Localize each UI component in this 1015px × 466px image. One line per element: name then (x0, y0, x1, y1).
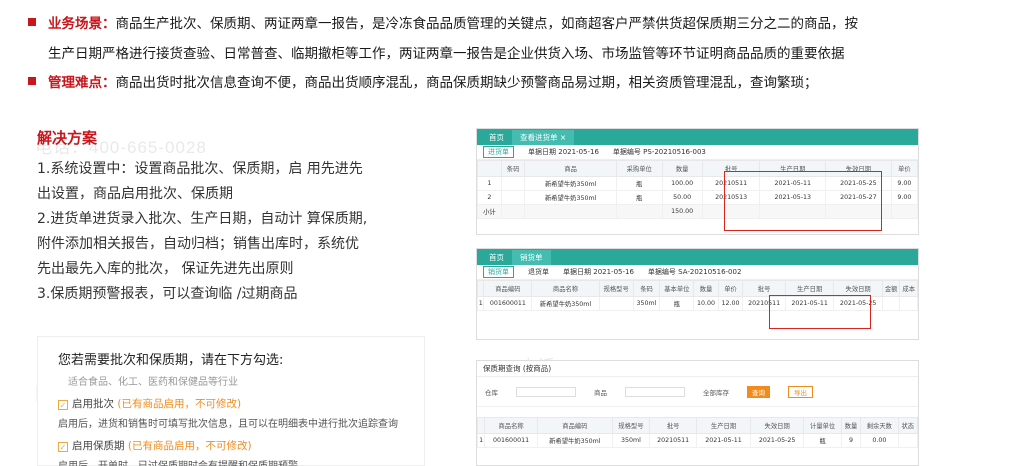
bullet-text: 生产日期严格进行接货查验、日常普查、临期撤柜等工作，两证两章一报告是企业供货入场… (48, 46, 845, 62)
solution-line: 2.进货单进货录入批次、生产日期，自动计 算保质期, (37, 211, 368, 227)
table-row[interactable]: 1 001600011 新希望牛奶350ml 350ml 20210511 2021-05… (477, 433, 918, 448)
doc-header: 进货单 单据日期 2021-05-16 单据编号 PS-20210516-003 (477, 145, 918, 160)
doc-number: SA-20210516-002 (678, 268, 742, 276)
no-label: 单据编号 (647, 268, 676, 276)
table-row[interactable]: 1 001600011 新希望牛奶350ml 350ml 瓶 10.00 12.00 2021… (477, 296, 918, 311)
product-input[interactable] (625, 386, 685, 397)
solution-title: 解决方案 (37, 129, 98, 147)
product-label: 商品 (594, 388, 607, 397)
return-tab[interactable]: 退货单 (528, 267, 549, 277)
tab-view-purchase[interactable]: 查看进货单 × (512, 129, 575, 145)
doc-date: 2021-05-16 (593, 268, 634, 276)
doc-type-tab[interactable]: 销货单 (483, 266, 514, 278)
table-row[interactable]: 2 新希望牛奶350ml 瓶 50.00 20210513 2021-05-13 2021-… (477, 190, 918, 205)
no-label: 单据编号 (612, 148, 641, 156)
tab-home[interactable]: 首页 (481, 250, 512, 265)
doc-date: 2021-05-16 (558, 148, 599, 156)
shelf-life-query-screenshot: 保质期查询 (按商品) 仓库 商品 全部库存 查询 导出 商品名称 商品编码 规格型… (476, 360, 919, 466)
enable-batch-option[interactable]: ✓ 启用批次 (已有商品启用，不可修改) 启用后，进货和销售时可填写批次信息，且可… (58, 396, 424, 430)
bullet-business-scenario-cont: 生产日期严格进行接货查验、日常普查、临期撤柜等工作，两证两章一报告是企业供货入场… (48, 42, 845, 66)
bullet-square-icon (28, 77, 36, 85)
doc-header: 销货单 退货单 单据日期 2021-05-16 单据编号 SA-20210516… (477, 265, 918, 280)
solution-line: 出设置，商品启用批次、保质期 (37, 186, 233, 202)
batch-shelf-settings-panel: 您若需要批次和保质期，请在下方勾选: 适合食品、化工、医药和保健品等行业 ✓ 启用… (37, 336, 425, 466)
checkbox-checked-icon[interactable]: ✓ (58, 400, 68, 410)
date-label: 单据日期 (563, 268, 591, 276)
purchase-order-screenshot: 首页 查看进货单 × 进货单 单据日期 2021-05-16 单据编号 PS-2… (476, 128, 919, 235)
solution-line: 附件添加相关报告，自动归档；销售出库时，系统优 (37, 236, 359, 252)
doc-number: PS-20210516-003 (643, 148, 706, 156)
solution-body: 1.系统设置中：设置商品批次、保质期，启 用先进先 出设置，商品启用批次、保质期… (37, 157, 409, 307)
purchase-lines-table: 条码 商品 采购单位 数量 批号 生产日期 失效日期 单价 1 新希望牛奶350ml 瓶 100.0… (477, 160, 918, 219)
bullet-square-icon (28, 18, 36, 26)
checkbox-checked-icon[interactable]: ✓ (58, 442, 68, 452)
enable-shelf-life-note: (已有商品启用，不可修改) (127, 440, 252, 452)
solution-line: 3.保质期预警报表，可以查询临 /过期商品 (37, 286, 298, 302)
bullet-text: 商品生产批次、保质期、两证两章一报告，是冷冻食品品质管理的关键点，如商超客户严禁… (115, 16, 859, 32)
export-button[interactable]: 导出 (788, 385, 813, 398)
sales-lines-table: 商品编码 商品名称 规格型号 条码 基本单位 数量 单价 批号 生产日期 失效日期 金额 成本 1 00… (477, 280, 918, 311)
bullet-label: 管理难点： (48, 75, 116, 91)
bullet-business-scenario: 业务场景：商品生产批次、保质期、两证两章一报告，是冷冻食品品质管理的关键点，如商… (28, 12, 858, 36)
tab-home[interactable]: 首页 (481, 130, 512, 145)
enable-shelf-life-option[interactable]: ✓ 启用保质期 (已有商品启用，不可修改) 启用后，开单时，已过保质期时会有提醒和… (58, 438, 424, 466)
settings-question: 您若需要批次和保质期，请在下方勾选: (58, 353, 284, 368)
shelf-life-table: 商品名称 商品编码 规格型号 批号 生产日期 失效日期 计量单位 数量 剩余天数 状态 1 0016… (477, 417, 918, 448)
settings-subtitle: 适合食品、化工、医药和保健品等行业 (68, 377, 238, 388)
warehouse-select[interactable] (516, 386, 576, 397)
doc-type-tab[interactable]: 进货单 (483, 146, 514, 158)
enable-shelf-life-label: 启用保质期 (72, 440, 125, 452)
sales-order-screenshot: 首页 销货单 销货单 退货单 单据日期 2021-05-16 单据编号 SA-2… (476, 248, 919, 340)
tab-sales[interactable]: 销货单 (512, 249, 551, 265)
total-row: 小计 150.00 (477, 204, 918, 219)
bullet-management-difficulty: 管理难点：商品出货时批次信息查询不便，商品出货顺序混乱，商品保质期缺少预警商品易… (28, 71, 818, 95)
table-row[interactable]: 1 新希望牛奶350ml 瓶 100.00 20210511 2021-05-11 2021… (477, 176, 918, 191)
warehouse-label: 仓库 (485, 388, 498, 397)
solution-line: 1.系统设置中：设置商品批次、保质期，启 用先进先 (37, 161, 363, 177)
stock-select[interactable]: 全部库存 (703, 387, 729, 397)
query-filters: 仓库 商品 全部库存 查询 导出 (477, 377, 918, 407)
enable-batch-note: (已有商品启用，不可修改) (117, 398, 242, 410)
solution-line: 先出最先入库的批次， 保证先进先出原则 (37, 261, 294, 277)
enable-shelf-life-desc: 启用后，开单时，已过保质期时会有提醒和保质期预警 (58, 457, 424, 466)
tab-bar: 首页 查看进货单 × (477, 129, 918, 145)
enable-batch-desc: 启用后，进货和销售时可填写批次信息，且可以在明细表中进行批次追踪查询 (58, 419, 398, 430)
query-button[interactable]: 查询 (747, 385, 770, 398)
date-label: 单据日期 (528, 148, 556, 156)
tab-bar: 首页 销货单 (477, 249, 918, 265)
report-title: 保质期查询 (按商品) (477, 361, 918, 377)
bullet-label: 业务场景： (48, 16, 116, 32)
bullet-text: 商品出货时批次信息查询不便，商品出货顺序混乱，商品保质期缺少预警商品易过期，相关… (115, 75, 818, 91)
enable-batch-label: 启用批次 (72, 398, 114, 410)
